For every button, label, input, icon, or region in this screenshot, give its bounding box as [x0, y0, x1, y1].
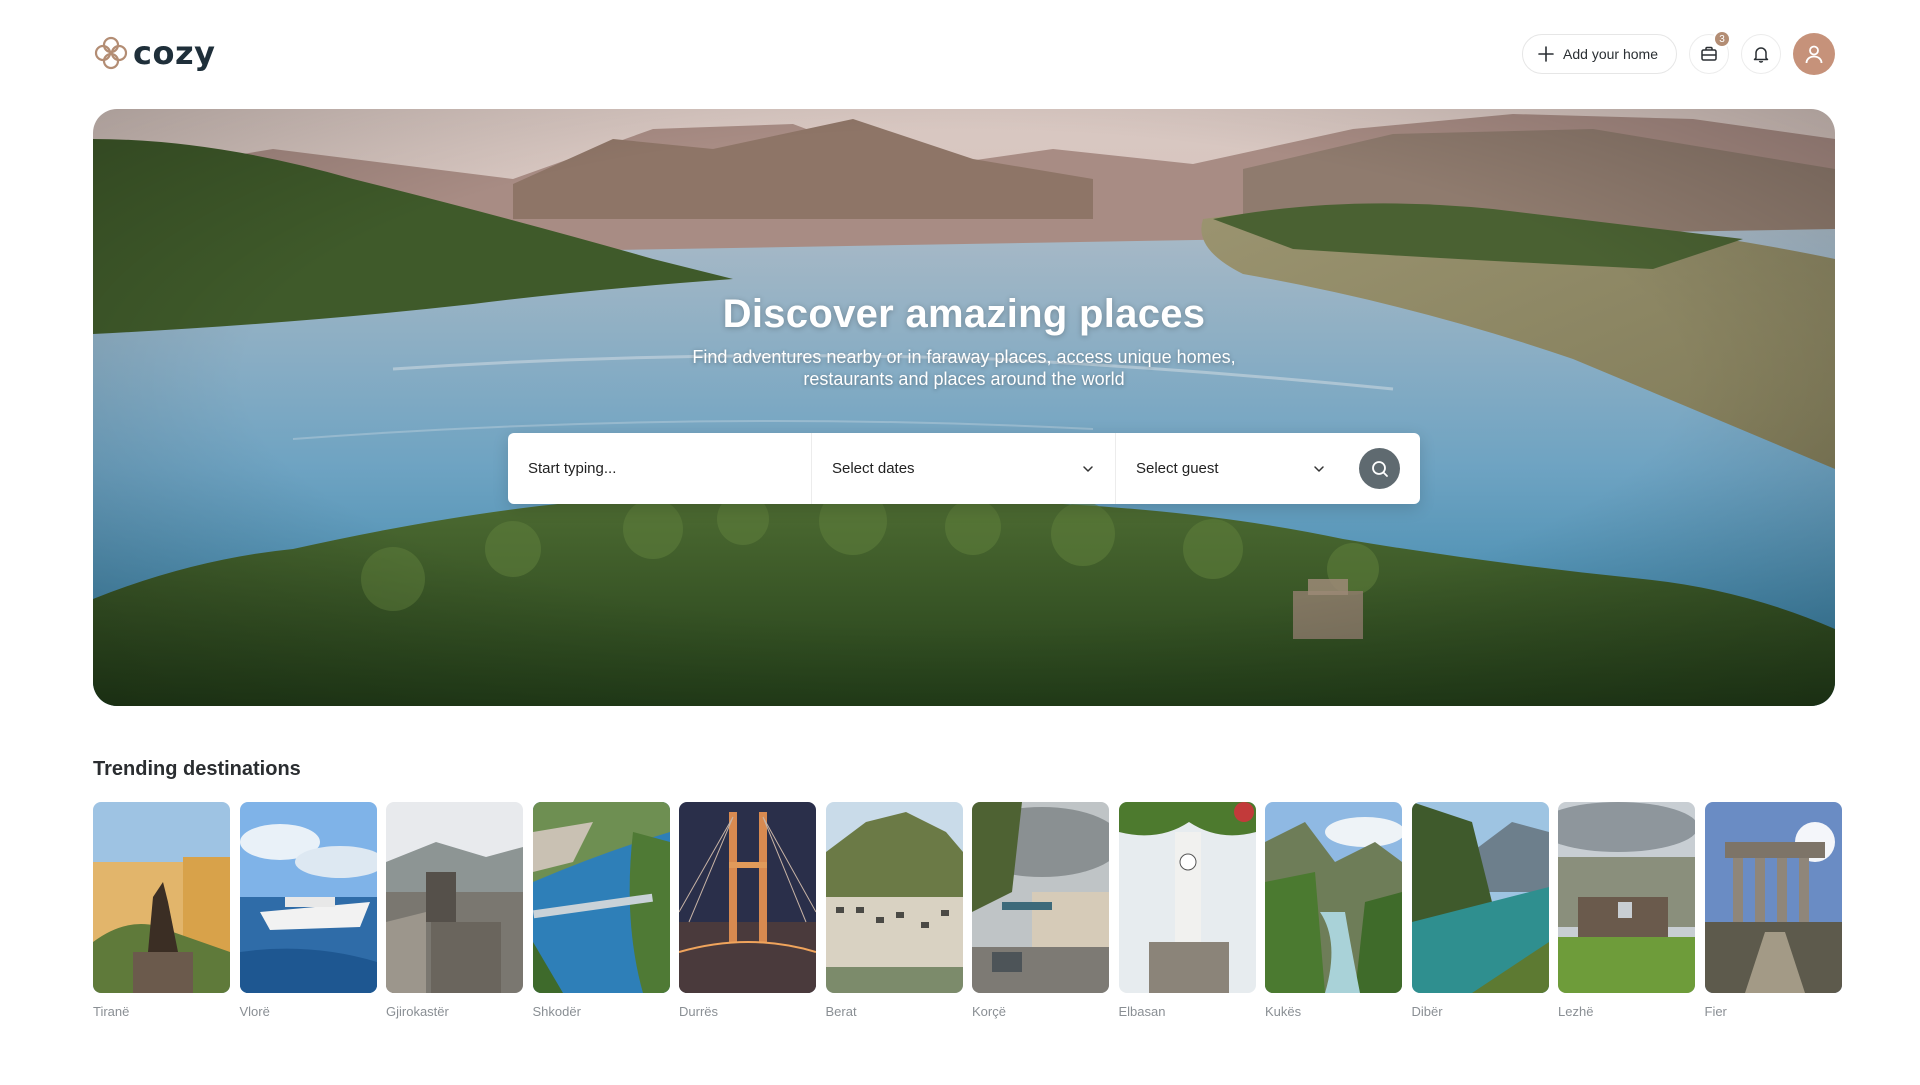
- user-avatar[interactable]: [1793, 33, 1835, 75]
- trips-count-badge: 3: [1713, 30, 1731, 48]
- hero-banner: Discover amazing places Find adventures …: [93, 109, 1835, 706]
- destination-label: Shkodër: [532, 1004, 581, 1019]
- destination-label: Durrës: [679, 1004, 719, 1019]
- user-icon: [1805, 45, 1823, 64]
- destination-image: [239, 802, 377, 993]
- destination-card[interactable]: Tiranë: [93, 802, 230, 1019]
- destination-card[interactable]: Fier: [1704, 802, 1842, 1019]
- destination-card[interactable]: Gjirokastër: [386, 802, 523, 1019]
- destination-image: [1265, 802, 1402, 993]
- chevron-down-icon: [1083, 465, 1093, 472]
- notifications-button[interactable]: [1741, 34, 1781, 74]
- destination-label: Fier: [1704, 1004, 1727, 1019]
- add-home-button[interactable]: Add your home: [1522, 34, 1677, 74]
- dates-dropdown[interactable]: Select dates: [812, 433, 1116, 504]
- destination-label: Dibër: [1411, 1004, 1443, 1019]
- destination-label: Vlorë: [239, 1004, 270, 1019]
- logo-text: cozy: [133, 34, 216, 72]
- destination-image: [972, 802, 1109, 993]
- destination-card[interactable]: Kukës: [1265, 802, 1402, 1019]
- hero-title: Discover amazing places: [722, 292, 1206, 336]
- destination-card[interactable]: Vlorë: [239, 802, 377, 1019]
- logo[interactable]: cozy: [93, 34, 215, 72]
- header-actions: Add your home 3: [1522, 30, 1835, 75]
- destination-label: Lezhë: [1558, 1004, 1594, 1019]
- hero-subtitle: Find adventures nearby or in faraway pla…: [692, 347, 1236, 389]
- destination-card[interactable]: Durrës: [679, 802, 816, 1019]
- add-home-label: Add your home: [1563, 46, 1658, 62]
- destination-card[interactable]: Berat: [825, 802, 963, 1019]
- trending-title: Trending destinations: [93, 758, 301, 780]
- destination-image: [1704, 802, 1842, 993]
- search-bar: Select dates Select guest: [508, 433, 1420, 504]
- location-input[interactable]: [528, 460, 791, 477]
- guests-label: Select guest: [1136, 460, 1219, 477]
- destination-label: Kukës: [1265, 1004, 1302, 1019]
- destination-label: Gjirokastër: [386, 1004, 449, 1019]
- destination-card[interactable]: Lezhë: [1558, 802, 1695, 1019]
- destination-card[interactable]: Dibër: [1411, 802, 1549, 1019]
- destination-label: Korçë: [972, 1004, 1006, 1019]
- destination-label: Tiranë: [93, 1004, 130, 1019]
- destination-image: [825, 802, 963, 993]
- search-icon: [1371, 460, 1388, 477]
- hero-landscape-image: [93, 109, 1835, 706]
- dates-label: Select dates: [832, 460, 915, 477]
- search-button[interactable]: [1359, 448, 1400, 489]
- destination-card[interactable]: Shkodër: [532, 802, 670, 1019]
- destination-image: [386, 802, 523, 993]
- trending-destinations-list: Tiranë Vlorë Gjirokastër Shkodër Durrës …: [93, 802, 1842, 1019]
- destination-image: [1411, 802, 1549, 993]
- destination-label: Elbasan: [1118, 1004, 1166, 1019]
- logo-mark-icon: [94, 36, 128, 70]
- destination-image: [93, 802, 230, 993]
- destination-image: [532, 802, 670, 993]
- destination-image: [679, 802, 816, 993]
- suitcase-icon: [1701, 46, 1717, 61]
- destination-card[interactable]: Korçë: [972, 802, 1109, 1019]
- trips-button[interactable]: 3: [1689, 30, 1731, 74]
- destination-image: [1558, 802, 1695, 993]
- location-field[interactable]: [508, 433, 812, 504]
- bell-icon: [1753, 47, 1769, 63]
- destination-image: [1118, 802, 1256, 993]
- top-header: cozy Add your home 3: [93, 30, 1835, 76]
- chevron-down-icon: [1314, 465, 1324, 472]
- destination-card[interactable]: Elbasan: [1118, 802, 1256, 1019]
- destination-label: Berat: [825, 1004, 857, 1019]
- plus-icon: [1538, 46, 1554, 62]
